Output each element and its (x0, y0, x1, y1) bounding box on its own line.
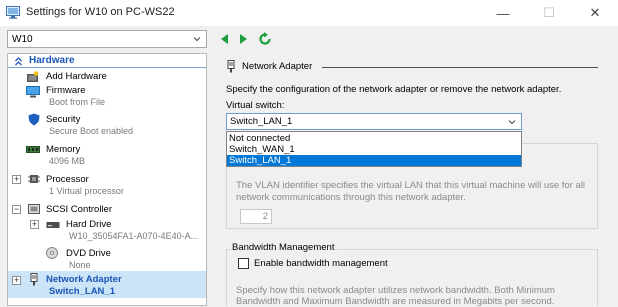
option-switch-lan-1[interactable]: Switch_LAN_1 (227, 155, 521, 166)
bandwidth-description-line-2: Bandwidth and Maximum Bandwidth are meas… (236, 296, 555, 307)
hardware-section-title: Hardware (29, 55, 75, 66)
network-adapter-detail: Switch_LAN_1 (49, 286, 115, 297)
vlan-description-line-2: network communications through this netw… (236, 192, 466, 203)
virtual-switch-label: Virtual switch: (226, 100, 285, 111)
chevron-down-icon (508, 120, 516, 125)
forward-arrow-icon[interactable] (236, 32, 250, 46)
tree-item-security[interactable]: Security (46, 114, 80, 125)
processor-icon (28, 175, 40, 183)
option-switch-wan-1[interactable]: Switch_WAN_1 (227, 144, 521, 155)
virtual-switch-value: Switch_LAN_1 (230, 116, 293, 127)
network-adapter-panel: Network Adapter Specify the configuratio… (212, 53, 618, 307)
panel-description: Specify the configuration of the network… (226, 84, 562, 95)
firmware-icon (26, 86, 40, 98)
collapse-chevron-icon (15, 57, 22, 66)
virtual-switch-options[interactable]: Not connected Switch_WAN_1 Switch_LAN_1 (226, 131, 522, 167)
network-adapter-icon (227, 60, 235, 73)
window-title: Settings for W10 on PC-WS22 (26, 6, 175, 18)
bandwidth-group-title: Bandwidth Management (232, 242, 338, 253)
tree-item-processor[interactable]: Processor (46, 174, 89, 185)
close-button[interactable]: ✕ (572, 0, 618, 26)
tree-item-firmware[interactable]: Firmware (46, 85, 86, 96)
tree-item-scsi-controller[interactable]: SCSI Controller (46, 204, 112, 215)
settings-app-icon (6, 6, 20, 19)
group-title: Network Adapter (242, 61, 313, 72)
hardware-section-header[interactable]: Hardware (8, 55, 206, 68)
security-detail: Secure Boot enabled (49, 126, 134, 136)
network-adapter-icon (30, 273, 38, 286)
hardware-tree[interactable]: Hardware Add Hardware Firmware Boot from… (7, 53, 207, 306)
memory-icon (26, 146, 40, 153)
bandwidth-description-line-1: Specify how this network adapter utilize… (236, 285, 555, 296)
scsi-collapse-button[interactable]: − (12, 205, 21, 214)
option-not-connected[interactable]: Not connected (227, 133, 521, 144)
tree-item-network-adapter[interactable]: Network Adapter (46, 274, 122, 285)
tree-item-memory[interactable]: Memory (46, 144, 80, 155)
tree-item-hard-drive[interactable]: Hard Drive (66, 219, 111, 230)
dvd-drive-icon (46, 247, 58, 259)
maximize-icon: ☐ (543, 5, 555, 20)
back-arrow-icon[interactable] (218, 32, 232, 46)
bandwidth-checkbox[interactable] (238, 258, 249, 269)
tree-item-dvd-drive[interactable]: DVD Drive (66, 248, 111, 259)
chevron-down-icon (193, 37, 201, 42)
vlan-description-line-1: The VLAN identifier specifies the virtua… (236, 180, 586, 191)
network-adapter-expand-button[interactable]: + (12, 276, 21, 285)
vm-selector-value: W10 (12, 33, 33, 45)
add-hardware-icon (27, 71, 39, 82)
vlan-id-input[interactable]: 2 (240, 209, 272, 224)
group-divider (322, 67, 598, 68)
minimize-button[interactable]: — (480, 0, 526, 26)
memory-detail: 4096 MB (49, 156, 86, 166)
refresh-icon[interactable] (258, 32, 272, 46)
dvd-drive-detail: None (69, 260, 91, 270)
close-icon: ✕ (589, 5, 601, 20)
tree-item-add-hardware[interactable]: Add Hardware (46, 71, 107, 82)
minimize-icon: — (496, 5, 510, 21)
bandwidth-checkbox-label[interactable]: Enable bandwidth management (254, 258, 388, 269)
hard-drive-expand-button[interactable]: + (30, 220, 39, 229)
shield-icon (28, 113, 40, 126)
processor-expand-button[interactable]: + (12, 175, 21, 184)
maximize-button[interactable]: ☐ (526, 0, 572, 26)
firmware-detail: Boot from File (49, 97, 106, 107)
panel-scrollbar[interactable] (606, 53, 618, 306)
hard-drive-detail: W10_35054FA1-A070-4E40-A... (69, 231, 199, 241)
hard-drive-icon (46, 222, 60, 228)
scsi-controller-icon (28, 204, 40, 214)
title-bar: Settings for W10 on PC-WS22 — ☐ ✕ (0, 0, 618, 26)
processor-detail: 1 Virtual processor (49, 186, 124, 196)
virtual-switch-dropdown[interactable]: Switch_LAN_1 (226, 113, 522, 130)
vm-selector-dropdown[interactable]: W10 (7, 30, 207, 48)
